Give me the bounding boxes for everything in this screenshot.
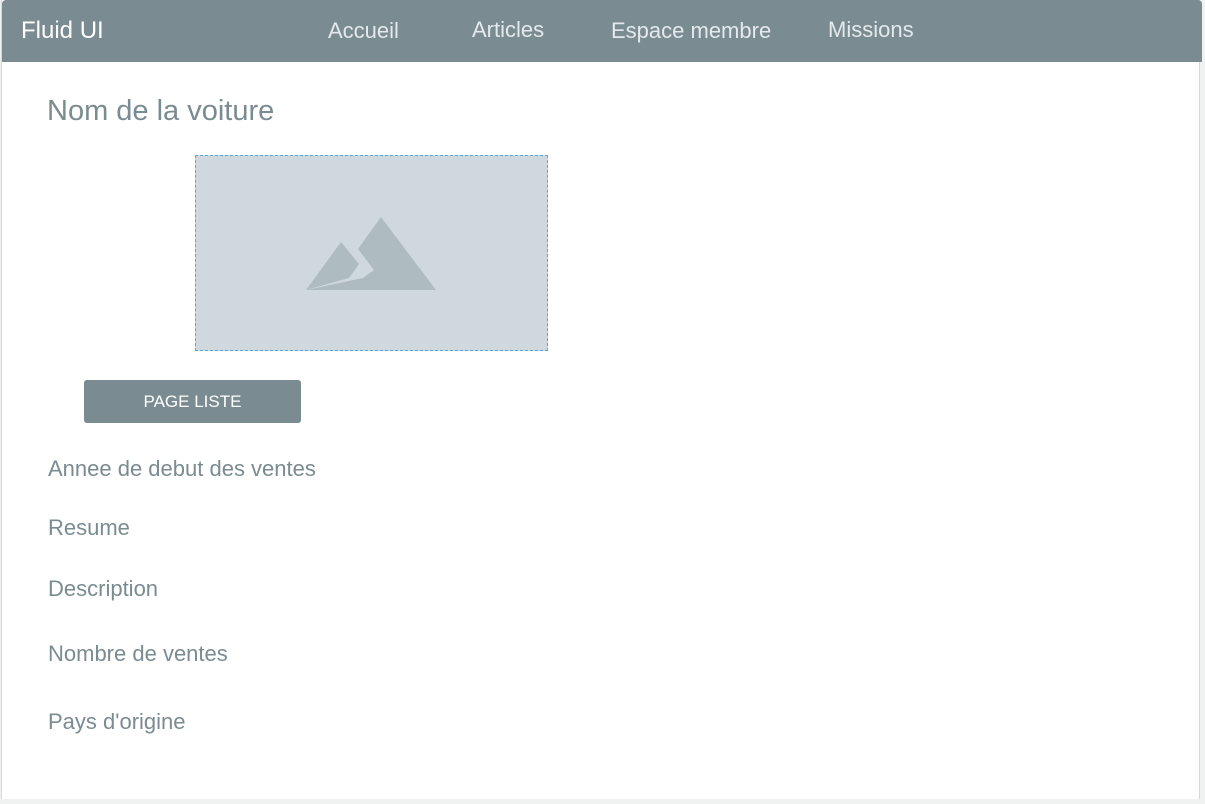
field-description: Description <box>48 576 159 601</box>
nav-link-espace-membre[interactable]: Espace membre <box>611 17 771 45</box>
field-annee-debut-ventes: Annee de debut des ventes <box>48 456 316 481</box>
app-frame: Fluid UI Accueil Articles Espace membre … <box>1 0 1202 799</box>
car-image-placeholder[interactable] <box>195 155 548 351</box>
nav-link-missions[interactable]: Missions <box>828 16 914 44</box>
nav-link-articles[interactable]: Articles <box>472 16 544 44</box>
nav-link-accueil[interactable]: Accueil <box>328 17 399 45</box>
brand-logo[interactable]: Fluid UI <box>21 17 104 45</box>
navbar: Fluid UI Accueil Articles Espace membre … <box>2 0 1202 62</box>
field-pays-origine: Pays d'origine <box>48 709 186 734</box>
image-placeholder-icon <box>306 217 436 290</box>
page-title: Nom de la voiture <box>47 95 275 127</box>
field-resume: Resume <box>48 515 130 540</box>
field-nombre-ventes: Nombre de ventes <box>48 641 228 666</box>
page-liste-button[interactable]: PAGE LISTE <box>84 380 301 423</box>
